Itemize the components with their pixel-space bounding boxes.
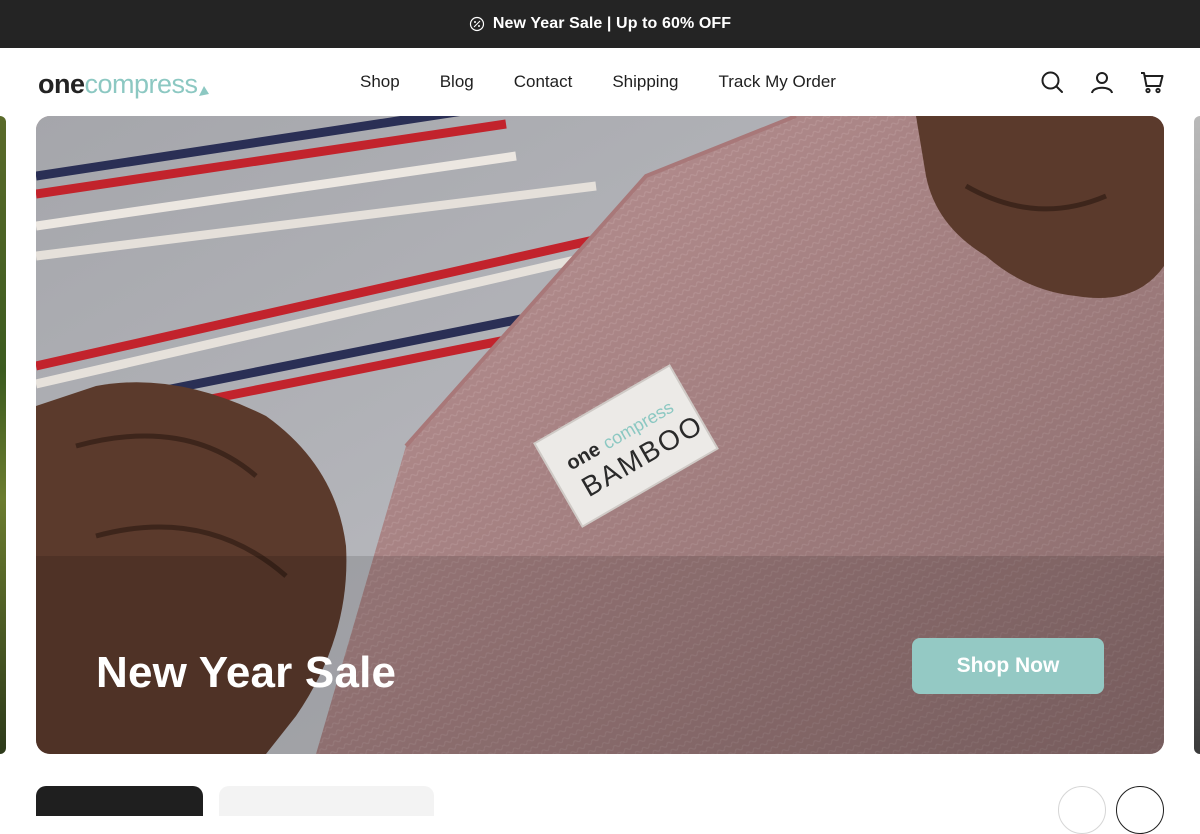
cart-icon[interactable] [1140, 70, 1164, 94]
logo-one: one [38, 69, 85, 99]
brand-logo[interactable]: one compress [38, 68, 209, 98]
carousel-next-button[interactable] [1116, 786, 1164, 834]
main-nav: Shop Blog Contact Shipping Track My Orde… [360, 48, 836, 116]
announcement-bar: New Year Sale | Up to 60% OFF [0, 0, 1200, 48]
announcement-text[interactable]: New Year Sale | Up to 60% OFF [493, 15, 731, 33]
carousel-prev-button[interactable] [1058, 786, 1106, 834]
header-icons [1040, 48, 1164, 116]
site-header: one compress Shop Blog Contact Shipping T… [0, 48, 1200, 116]
account-icon[interactable] [1090, 70, 1114, 94]
collection-tab-active[interactable] [36, 786, 203, 816]
nav-shipping[interactable]: Shipping [612, 72, 678, 92]
search-icon[interactable] [1040, 70, 1064, 94]
nav-contact[interactable]: Contact [514, 72, 573, 92]
collection-tab[interactable] [219, 786, 434, 816]
logo-leaf-icon [198, 74, 209, 96]
hero-title: New Year Sale [96, 648, 397, 697]
nav-blog[interactable]: Blog [440, 72, 474, 92]
hero-slide[interactable]: one compress BAMBOO New Year Sale Shop N… [36, 116, 1164, 754]
logo-compress: compress [84, 69, 199, 99]
prev-slide-peek[interactable] [0, 116, 6, 754]
discount-badge-icon [469, 16, 485, 32]
shop-now-button[interactable]: Shop Now [912, 638, 1104, 694]
next-slide-peek[interactable] [1194, 116, 1200, 754]
nav-track-order[interactable]: Track My Order [719, 72, 836, 92]
nav-shop[interactable]: Shop [360, 72, 400, 92]
